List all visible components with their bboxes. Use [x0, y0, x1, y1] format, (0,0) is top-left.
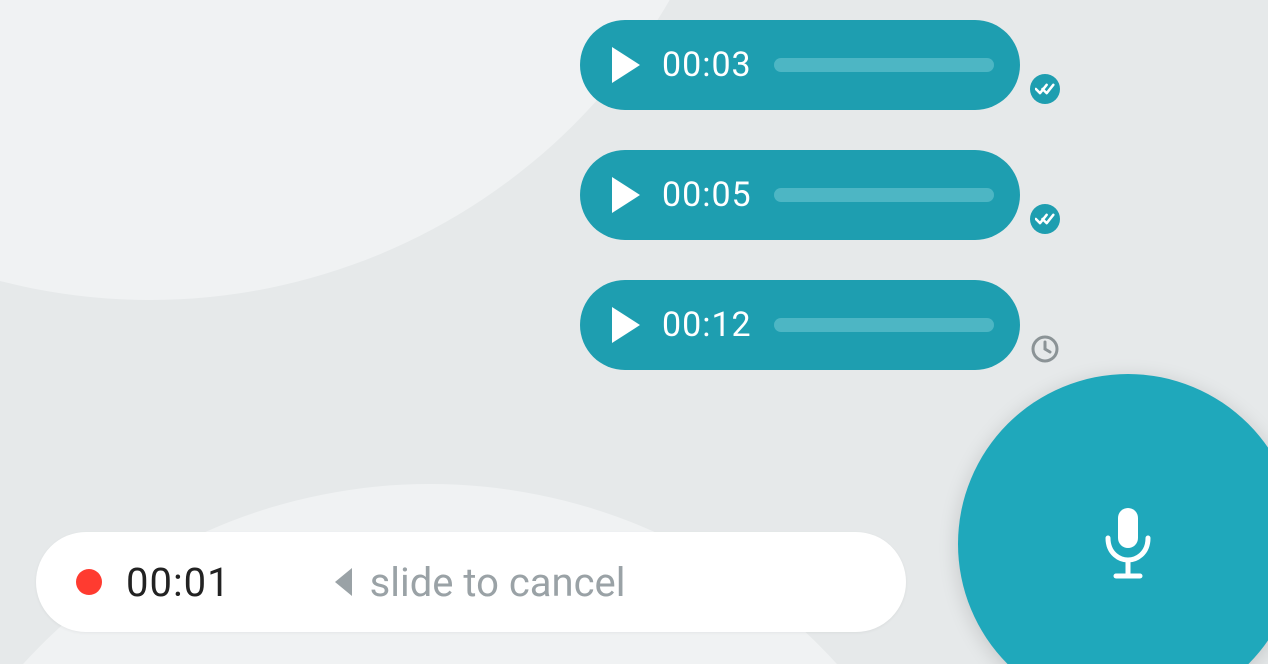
play-icon[interactable] [612, 307, 640, 343]
recording-timer: 00:01 [126, 559, 231, 606]
voice-message-bubble[interactable]: 00:05 [580, 150, 1020, 240]
chevron-left-icon [335, 568, 352, 596]
slide-to-cancel[interactable]: slide to cancel [335, 559, 626, 606]
read-receipt-badge [1030, 74, 1060, 104]
voice-message-duration: 00:05 [662, 175, 752, 215]
double-check-icon [1035, 82, 1055, 96]
voice-message-row: 00:05 [580, 150, 1060, 240]
read-receipt-badge [1030, 204, 1060, 234]
voice-message-row: 00:12 [580, 280, 1060, 370]
chat-area: 00:03 00:05 00:12 [0, 0, 1268, 664]
slide-to-cancel-label: slide to cancel [370, 559, 626, 606]
voice-message-duration: 00:03 [662, 45, 752, 85]
voice-message-duration: 00:12 [662, 305, 752, 345]
voice-message-row: 00:03 [580, 20, 1060, 110]
play-icon[interactable] [612, 47, 640, 83]
play-icon[interactable] [612, 177, 640, 213]
microphone-record-button[interactable] [958, 374, 1268, 664]
record-dot-icon [76, 569, 102, 595]
voice-recording-composer[interactable]: 00:01 slide to cancel [36, 532, 906, 632]
clock-icon [1030, 334, 1060, 364]
voice-message-bubble[interactable]: 00:03 [580, 20, 1020, 110]
double-check-icon [1035, 212, 1055, 226]
voice-message-bubble[interactable]: 00:12 [580, 280, 1020, 370]
pending-status-badge [1030, 334, 1060, 364]
voice-progress-track[interactable] [774, 318, 994, 332]
voice-progress-track[interactable] [774, 58, 994, 72]
voice-progress-track[interactable] [774, 188, 994, 202]
microphone-icon [1100, 504, 1156, 584]
